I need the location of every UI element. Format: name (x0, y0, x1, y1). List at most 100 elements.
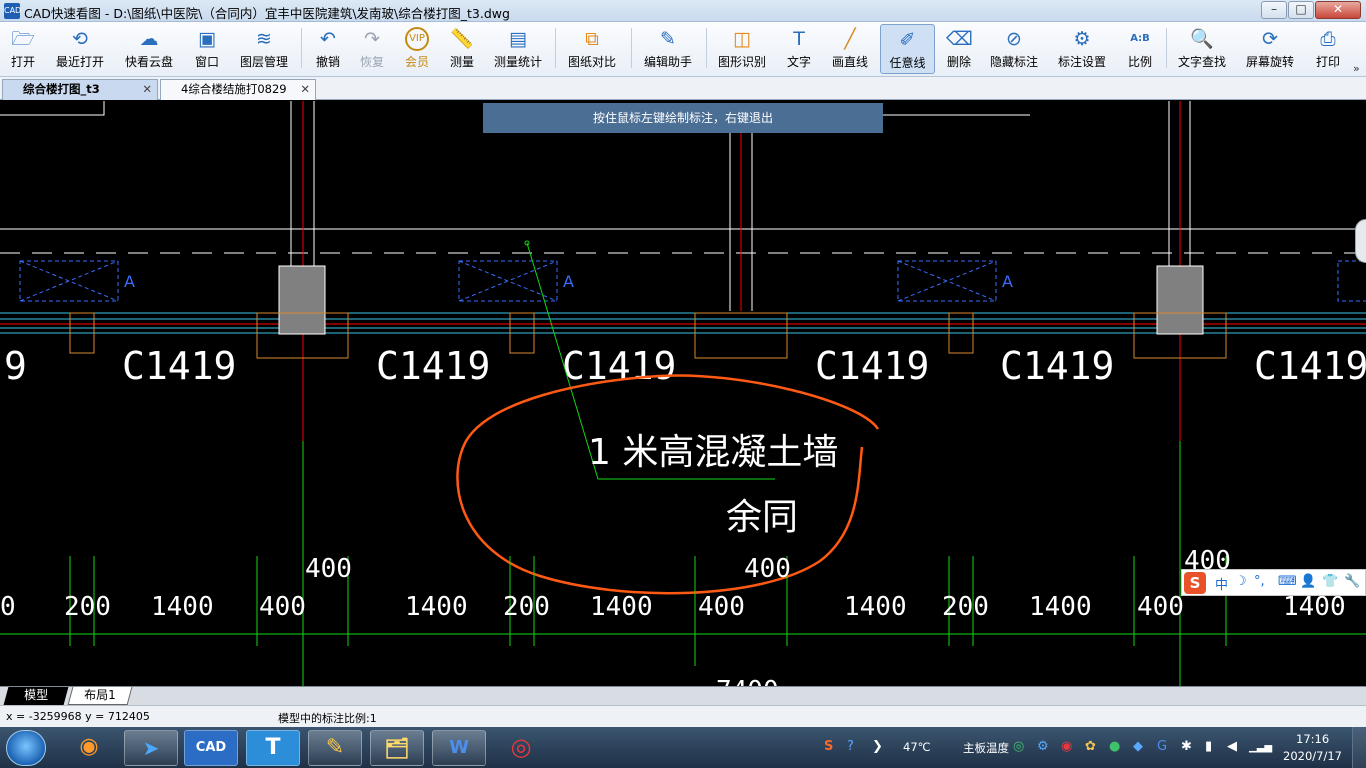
section-mark-label: A (124, 272, 135, 291)
clock-time[interactable]: 17:16 (1296, 732, 1329, 746)
line-button[interactable]: ╱ 画直线 (828, 24, 872, 74)
delete-button[interactable]: ⌫ 删除 (940, 24, 978, 74)
dimension-label: 1400 (844, 592, 907, 622)
more-tools-icon[interactable]: » (1353, 62, 1360, 75)
volume-icon[interactable]: ◀ (1227, 739, 1237, 754)
pen-icon: ✐ (899, 29, 916, 51)
clock-date[interactable]: 2020/7/17 (1283, 749, 1342, 763)
freehand-button[interactable]: ✐ 任意线 (880, 24, 935, 74)
sogou-logo-icon[interactable]: S (1184, 572, 1206, 594)
taskbar-app-wps[interactable]: W (432, 730, 486, 766)
ime-keyboard-icon[interactable]: ⌨ (1278, 574, 1297, 589)
tray-wechat-icon[interactable]: ● (1109, 739, 1120, 754)
text-button[interactable]: T 文字 (780, 24, 818, 74)
vip-button[interactable]: VIP 会员 (397, 24, 437, 74)
dimension-label: 1400 (590, 592, 653, 622)
tab-label: 综合楼打图_t3 (23, 82, 100, 96)
ime-tools-icon[interactable]: 🔧 (1344, 574, 1360, 589)
print-button[interactable]: ⎙ 打印 (1308, 24, 1348, 74)
shape-recognize-button[interactable]: ◫ 图形识别 (713, 24, 771, 74)
tray-flower-icon[interactable]: ✿ (1085, 739, 1096, 754)
toolbar-separator (631, 28, 632, 68)
dimension-label: 400 (1137, 592, 1184, 622)
tab-structure-drawing[interactable]: 4综合楼结施打0829 ✕ (160, 79, 316, 100)
draw-hint-banner: 按住鼠标左键绘制标注，右键退出 (483, 103, 883, 133)
drawing-canvas[interactable]: A A A 9 C1419 C1419 C1419 C1419 C1419 C1… (0, 101, 1366, 686)
tray-expand-icon[interactable]: ❯ (872, 739, 883, 754)
dimension-label: 0 (0, 592, 16, 622)
maximize-button[interactable]: □ (1288, 1, 1314, 19)
printer-icon: ⎙ (1320, 28, 1336, 50)
tray-app-icon[interactable]: ◎ (1013, 739, 1024, 754)
ime-chinese-mode[interactable]: 中 (1215, 574, 1228, 593)
rotate-button[interactable]: ⟳ 屏幕旋转 (1242, 24, 1298, 74)
close-tab-icon[interactable]: ✕ (142, 80, 152, 99)
network-signal-icon[interactable]: ▁▃▅ (1249, 742, 1272, 753)
tray-g-icon[interactable]: G (1157, 739, 1167, 754)
tray-help-icon[interactable]: ? (847, 739, 854, 754)
start-button[interactable] (6, 730, 46, 766)
tray-music-icon[interactable]: ◉ (1061, 739, 1072, 754)
taskbar-app-explorer[interactable]: 🗂 (370, 730, 424, 766)
window-label: C1419 (562, 344, 676, 388)
freehand-markup[interactable] (456, 374, 880, 595)
window-labels: 9 C1419 C1419 C1419 C1419 C1419 C1419 (4, 344, 1366, 388)
ime-user-icon[interactable]: 👤 (1300, 574, 1316, 589)
taskbar-app-feishu[interactable]: ➤ (124, 730, 178, 766)
hide-annotation-button[interactable]: ⊘ 隐藏标注 (986, 24, 1042, 74)
side-panel-handle[interactable] (1355, 219, 1366, 263)
cloud-button[interactable]: ☁ 快看云盘 (120, 24, 178, 74)
undo-button[interactable]: ↶ 撤销 (308, 24, 348, 74)
recent-button[interactable]: ⟲ 最近打开 (52, 24, 108, 74)
close-button[interactable]: ✕ (1315, 1, 1361, 19)
measure-stats-button[interactable]: ▤ 测量统计 (490, 24, 546, 74)
show-desktop-button[interactable] (1352, 727, 1366, 768)
cloud-icon: ☁ (139, 28, 159, 50)
taskbar-app-music[interactable]: ◎ (494, 730, 548, 766)
annotation-settings-button[interactable]: ⚙ 标注设置 (1054, 24, 1110, 74)
compare-icon: ⧉ (585, 28, 599, 50)
ime-skin-icon[interactable]: 👕 (1322, 574, 1338, 589)
tray-diamond-icon[interactable]: ◆ (1133, 739, 1143, 754)
taskbar-app-cad[interactable]: CAD (184, 730, 238, 766)
title-bar: CAD CAD快速看图 - D:\图纸\中医院\（合同内）宜丰中医院建筑\发南玻… (0, 0, 1366, 22)
ime-moon-icon[interactable]: ☽ (1235, 574, 1247, 589)
tab-model[interactable]: 模型 (3, 687, 69, 705)
measure-button[interactable]: 📏 测量 (442, 24, 482, 74)
minimize-button[interactable]: – (1261, 1, 1287, 19)
taskbar-app-notes[interactable]: ✎ (308, 730, 362, 766)
battery-icon[interactable]: ▮ (1205, 739, 1212, 754)
compare-button[interactable]: ⧉ 图纸对比 (563, 24, 621, 74)
ime-punctuation-icon[interactable]: °, (1254, 574, 1265, 589)
app-icon: CAD (4, 3, 21, 19)
open-button[interactable]: 🗁 打开 (2, 24, 44, 74)
status-bar: x = -3259968 y = 712405 模型中的标注比例:1 (0, 705, 1366, 727)
taskbar-app-photos[interactable]: ◉ (62, 730, 116, 766)
layers-icon: ≋ (256, 28, 272, 50)
redo-button[interactable]: ↷ 恢复 (352, 24, 392, 74)
annotation-settings-icon: ⚙ (1073, 28, 1091, 50)
ime-toolbar[interactable]: S 中 ☽ °, ⌨ 👤 👕 🔧 (1181, 569, 1366, 596)
layers-button[interactable]: ≋ 图层管理 (235, 24, 293, 74)
edit-assistant-button[interactable]: ✎ 编辑助手 (639, 24, 697, 74)
dimension-lines (0, 441, 1366, 686)
dimension-label: 400 (305, 554, 352, 584)
window-label: 9 (4, 344, 27, 388)
tray-sogou-icon[interactable]: S (824, 739, 833, 754)
layout-tabs: 模型 布局1 (0, 686, 1366, 705)
window-button[interactable]: ▣ 窗口 (186, 24, 228, 74)
tab-current-drawing[interactable]: 综合楼打图_t3 ✕ (2, 79, 158, 100)
dimension-label: 1400 (1283, 592, 1346, 622)
close-tab-icon[interactable]: ✕ (300, 80, 310, 99)
dimension-label: 200 (942, 592, 989, 622)
window-label: C1419 (376, 344, 490, 388)
tab-layout1[interactable]: 布局1 (67, 687, 133, 705)
section-mark-label: A (563, 272, 574, 291)
bluetooth-icon[interactable]: ✱ (1181, 739, 1192, 754)
text-search-button[interactable]: 🔍 文字查找 (1174, 24, 1230, 74)
taskbar-app-t[interactable]: T (246, 730, 300, 766)
tray-settings-icon[interactable]: ⚙ (1037, 739, 1049, 754)
window-label: C1419 (1254, 344, 1366, 388)
scale-button[interactable]: A:B 比例 (1122, 24, 1158, 74)
dimension-label: 7400 (716, 676, 779, 686)
